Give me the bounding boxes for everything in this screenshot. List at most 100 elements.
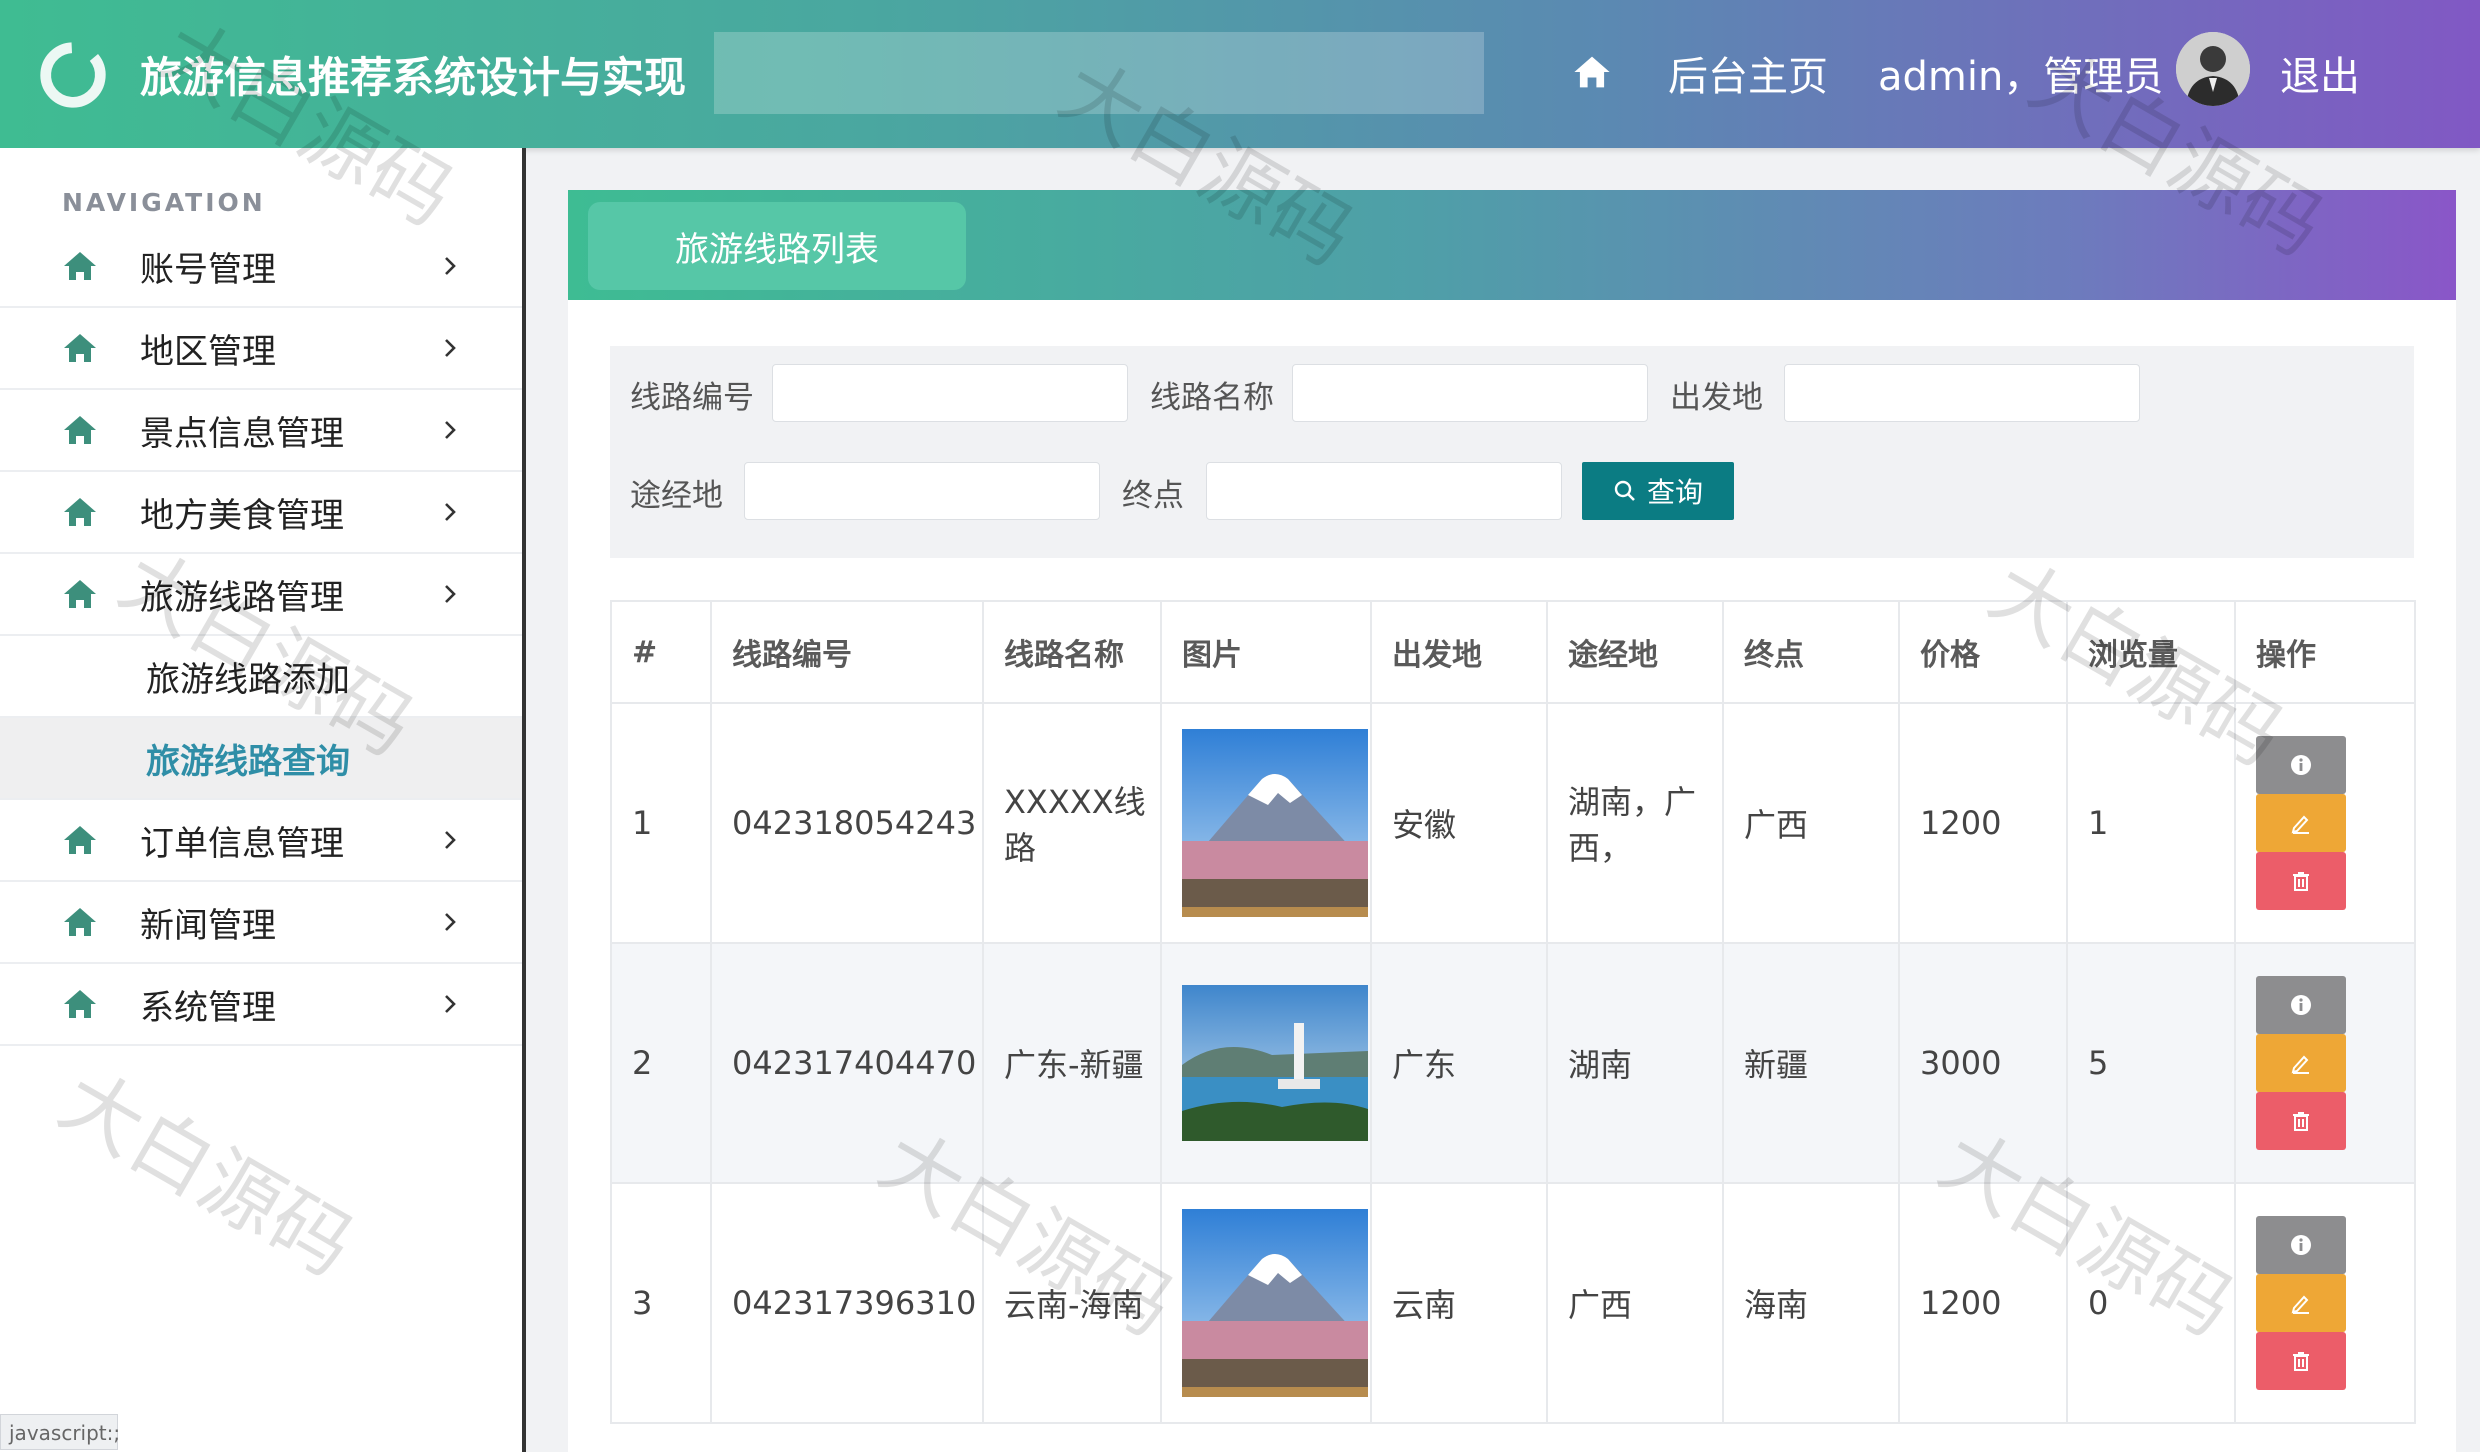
route-name-input[interactable] <box>1292 364 1648 422</box>
col-code-header: 线路编号 <box>710 600 984 704</box>
route-no-input[interactable] <box>772 364 1128 422</box>
cell-code: 042318054243 <box>710 702 984 944</box>
cell-from: 安徽 <box>1370 702 1548 944</box>
sidebar-item-scenic[interactable]: 景点信息管理 <box>0 390 522 472</box>
route-no-label: 线路编号 <box>630 380 754 416</box>
route-table: # 线路编号 线路名称 图片 出发地 途经地 终点 价格 浏览量 操作 1 04… <box>610 600 2416 1424</box>
col-via-header: 途经地 <box>1546 600 1724 704</box>
sidebar-item-route[interactable]: 旅游线路管理 <box>0 554 522 636</box>
sidebar-item-label: 地方美食管理 <box>140 495 344 536</box>
col-index-header: # <box>610 600 712 704</box>
edit-button[interactable] <box>2256 1274 2346 1332</box>
route-thumbnail-image[interactable] <box>1182 985 1368 1141</box>
header-search-input[interactable] <box>714 32 1484 114</box>
cell-name: 云南-海南 <box>982 1182 1162 1424</box>
panel-header: 旅游线路列表 <box>568 190 2456 300</box>
tab-route-list[interactable]: 旅游线路列表 <box>588 202 966 290</box>
delete-button[interactable] <box>2256 1332 2346 1390</box>
trash-icon <box>2293 872 2309 891</box>
chevron-right-icon <box>445 831 456 849</box>
refresh-logo-icon <box>40 42 106 108</box>
pencil-icon <box>2291 1295 2309 1314</box>
cell-to: 新疆 <box>1722 942 1900 1184</box>
cell-index: 1 <box>610 702 712 944</box>
home-icon <box>64 334 96 362</box>
view-details-button[interactable] <box>2256 1216 2346 1274</box>
cell-to: 海南 <box>1722 1182 1900 1424</box>
cell-from: 广东 <box>1370 942 1548 1184</box>
home-icon <box>64 908 96 936</box>
chevron-right-icon <box>445 257 456 275</box>
trash-icon <box>2293 1352 2309 1371</box>
sidebar-subitem-route-add[interactable]: 旅游线路添加 <box>0 636 522 718</box>
row-actions <box>2256 976 2346 1150</box>
home-icon <box>64 498 96 526</box>
row-actions <box>2256 1216 2346 1390</box>
sidebar-subitem-label: 旅游线路查询 <box>146 741 350 782</box>
filter-form: 线路编号 线路名称 出发地 途经地 终点 查询 <box>610 346 2414 558</box>
sidebar-item-account[interactable]: 账号管理 <box>0 226 522 308</box>
home-icon <box>64 252 96 280</box>
cell-image <box>1160 702 1372 944</box>
cell-index: 3 <box>610 1182 712 1424</box>
sidebar-item-food[interactable]: 地方美食管理 <box>0 472 522 554</box>
col-from-header: 出发地 <box>1370 600 1548 704</box>
home-icon <box>64 990 96 1018</box>
cell-from: 云南 <box>1370 1182 1548 1424</box>
chevron-right-icon <box>445 913 456 931</box>
delete-button[interactable] <box>2256 1092 2346 1150</box>
chevron-right-icon <box>445 503 456 521</box>
chevron-right-icon <box>445 585 456 603</box>
sidebar-item-system[interactable]: 系统管理 <box>0 964 522 1046</box>
departure-input[interactable] <box>1784 364 2140 422</box>
sidebar-subitem-route-query[interactable]: 旅游线路查询 <box>0 718 522 800</box>
edit-button[interactable] <box>2256 794 2346 852</box>
cell-via: 湖南，广西， <box>1546 702 1724 944</box>
user-avatar-icon <box>2176 32 2250 106</box>
cell-views: 1 <box>2066 702 2236 944</box>
destination-input[interactable] <box>1206 462 1562 520</box>
top-header: 旅游信息推荐系统设计与实现 后台主页 admin，管理员 退出 <box>0 0 2480 148</box>
cell-via: 广西 <box>1546 1182 1724 1424</box>
sidebar-item-region[interactable]: 地区管理 <box>0 308 522 390</box>
backend-home-link[interactable]: 后台主页 <box>1668 44 1828 102</box>
home-icon[interactable] <box>1570 50 1614 94</box>
sidebar-item-order[interactable]: 订单信息管理 <box>0 800 522 882</box>
sidebar-item-label: 地区管理 <box>140 331 276 372</box>
logout-link[interactable]: 退出 <box>2280 44 2360 102</box>
route-thumbnail-image[interactable] <box>1182 729 1368 917</box>
view-details-button[interactable] <box>2256 736 2346 794</box>
col-name-header: 线路名称 <box>982 600 1162 704</box>
cell-name: 广东-新疆 <box>982 942 1162 1184</box>
cell-views: 5 <box>2066 942 2236 1184</box>
sidebar-item-label: 新闻管理 <box>140 905 276 946</box>
col-views-header: 浏览量 <box>2066 600 2236 704</box>
pencil-icon <box>2291 815 2309 834</box>
chevron-right-icon <box>445 421 456 439</box>
cell-price: 3000 <box>1898 942 2068 1184</box>
avatar[interactable] <box>2176 32 2250 106</box>
cell-actions <box>2234 1182 2416 1424</box>
query-button[interactable]: 查询 <box>1582 462 1734 520</box>
chevron-right-icon <box>445 995 456 1013</box>
info-icon <box>2291 755 2311 775</box>
cell-price: 1200 <box>1898 702 2068 944</box>
cell-code: 042317404470 <box>710 942 984 1184</box>
cell-actions <box>2234 702 2416 944</box>
cell-name: XXXXX线路 <box>982 702 1162 944</box>
col-image-header: 图片 <box>1160 600 1372 704</box>
info-icon <box>2291 995 2311 1015</box>
delete-button[interactable] <box>2256 852 2346 910</box>
query-button-label: 查询 <box>1646 476 1703 509</box>
view-details-button[interactable] <box>2256 976 2346 1034</box>
route-thumbnail-image[interactable] <box>1182 1209 1368 1397</box>
route-list-panel: 旅游线路列表 线路编号 线路名称 出发地 途经地 终点 查询 # 线路编号 线路… <box>568 190 2456 1452</box>
via-input[interactable] <box>744 462 1100 520</box>
edit-button[interactable] <box>2256 1034 2346 1092</box>
via-label: 途经地 <box>630 478 723 514</box>
sidebar-item-label: 旅游线路管理 <box>140 577 344 618</box>
pencil-icon <box>2291 1055 2309 1074</box>
col-actions-header: 操作 <box>2234 600 2416 704</box>
sidebar-item-news[interactable]: 新闻管理 <box>0 882 522 964</box>
cell-image <box>1160 1182 1372 1424</box>
